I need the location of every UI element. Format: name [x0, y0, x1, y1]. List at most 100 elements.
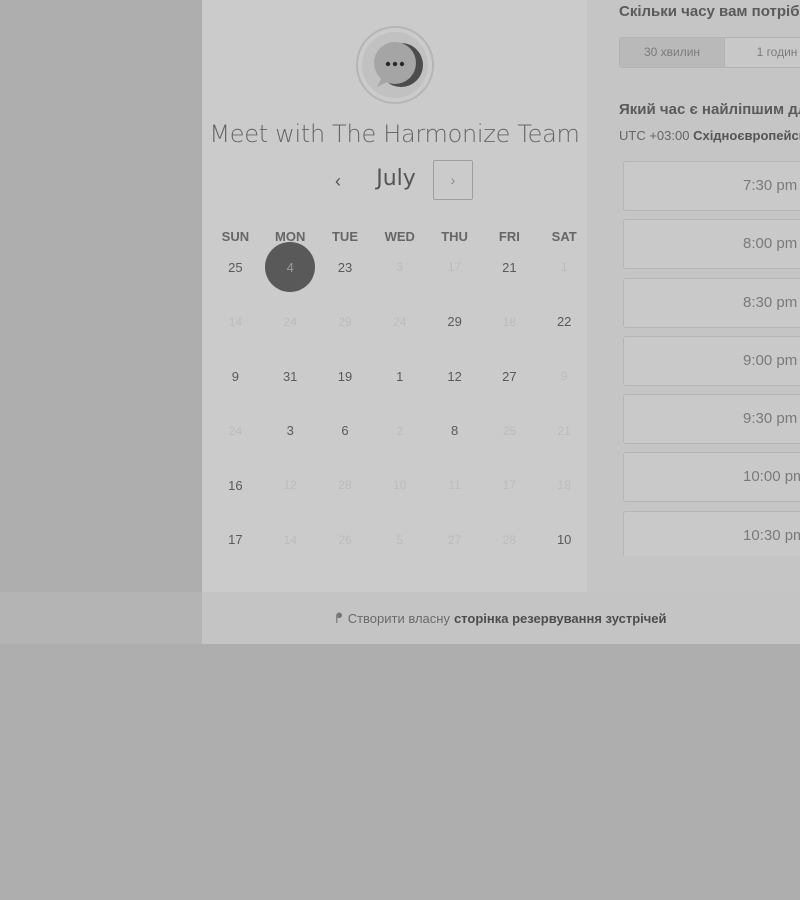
timezone-name[interactable]: Східноєвропейський час — [693, 128, 800, 143]
calendar-day-number: 22 — [556, 314, 572, 330]
calendar-day-number: 25 — [228, 259, 243, 275]
calendar-day: 2 — [372, 414, 427, 469]
time-slot-button[interactable]: 8:30 pm — [623, 277, 800, 328]
time-question: Який час є найліпшим для вас? — [619, 101, 800, 118]
calendar-day-number: 8 — [450, 423, 459, 439]
footer-link[interactable]: сторінка резервування зустрічей — [454, 611, 667, 626]
calendar-day[interactable]: 3 — [263, 414, 318, 469]
calendar-day: 17 — [427, 250, 482, 305]
weekday-header: SUN — [221, 229, 250, 244]
calendar-day-number: 21 — [502, 259, 517, 275]
calendar-day-number: 4 — [265, 242, 316, 293]
month-label: July — [376, 166, 416, 191]
calendar-day[interactable]: 22 — [537, 305, 592, 360]
calendar-day-number: 29 — [447, 314, 462, 330]
calendar-day[interactable]: 25 — [208, 250, 263, 305]
calendar-day[interactable]: 31 — [263, 359, 318, 414]
calendar-day-number: 2 — [396, 423, 404, 438]
calendar-day-number: 24 — [393, 314, 407, 329]
calendar-day-number: 17 — [447, 260, 462, 275]
calendar-day[interactable]: 12 — [427, 359, 482, 414]
calendar-day-number: 28 — [502, 532, 517, 547]
calendar-day[interactable]: 8 — [427, 414, 482, 469]
calendar-day-number: 26 — [338, 532, 352, 547]
calendar-day: 28 — [318, 468, 373, 523]
calendar-day[interactable]: 16 — [208, 468, 263, 523]
time-slot-list: 7:30 pm 8:00 pm 8:30 pm 9:00 pm 9:30 pm 10:00… — [623, 161, 800, 556]
time-slot-button[interactable]: 8:00 pm — [623, 219, 800, 270]
calendar-day-number: 16 — [228, 477, 243, 493]
weekday-header: SAT — [551, 229, 577, 244]
calendar-day-number: 27 — [502, 368, 517, 384]
calendar-day-number: 18 — [557, 478, 571, 493]
calendar-day-number: 11 — [448, 478, 461, 493]
calendar-day: 25 — [482, 414, 537, 469]
meeting-title: Meet with The Harmonize Team — [209, 120, 580, 148]
booking-page: Meet with The Harmonize Team ‹ July › SU… — [0, 0, 800, 900]
timezone-label: UTC +03:00 Східноєвропейський час — [619, 128, 800, 143]
calendar-day: 24 — [372, 305, 427, 360]
calendar-day: 21 — [537, 414, 592, 469]
calendar-day[interactable]: 19 — [318, 359, 373, 414]
calendar-day: 26 — [318, 523, 373, 578]
calendar-day-number: 9 — [231, 368, 240, 384]
calendar-day[interactable]: 21 — [482, 250, 537, 305]
month-navigation: ‹ July › — [202, 160, 587, 202]
calendar-day-number: 28 — [338, 478, 352, 493]
weekday-header: THU — [441, 229, 468, 244]
prev-month-button[interactable]: ‹ — [326, 168, 350, 194]
sprocket-icon: ᖰ — [335, 609, 343, 626]
calendar-day-number: 10 — [556, 532, 572, 548]
scheduler-panel: Скільки часу вам потрібно? 30 хвилин 1 г… — [587, 0, 800, 592]
calendar-day: 24 — [208, 414, 263, 469]
calendar-day-number: 19 — [337, 368, 353, 384]
time-slot-button[interactable]: 9:30 pm — [623, 394, 800, 445]
calendar-panel: Meet with The Harmonize Team ‹ July › SU… — [202, 0, 587, 592]
calendar-day[interactable]: 10 — [537, 523, 592, 578]
calendar-day[interactable]: 17 — [208, 523, 263, 578]
calendar-day: 17 — [482, 468, 537, 523]
calendar-day[interactable]: 9 — [208, 359, 263, 414]
calendar-day[interactable]: 27 — [482, 359, 537, 414]
calendar-day: 14 — [208, 305, 263, 360]
calendar-day: 9 — [537, 359, 592, 414]
calendar-day: 11 — [427, 468, 482, 523]
footer: ᖰ Створити власну сторінка резервування … — [202, 592, 800, 644]
calendar-day-number: 5 — [396, 532, 404, 547]
duration-heading: Скільки часу вам потрібно? — [619, 3, 800, 20]
calendar-day-number: 1 — [560, 260, 568, 275]
calendar-day: 14 — [263, 523, 318, 578]
calendar-day-number: 14 — [228, 314, 243, 329]
next-month-button[interactable]: › — [433, 160, 473, 200]
calendar-day: 1 — [537, 250, 592, 305]
calendar-day-number: 12 — [447, 368, 462, 384]
time-slot-button[interactable]: 9:00 pm — [623, 335, 800, 386]
calendar-day: 18 — [537, 468, 592, 523]
calendar-day-number: 3 — [396, 260, 404, 275]
duration-60-button[interactable]: 1 годин — [725, 38, 800, 67]
calendar-day: 27 — [427, 523, 482, 578]
time-slot-button[interactable]: 10:00 pm — [623, 452, 800, 503]
time-slot-button[interactable]: 7:30 pm — [623, 161, 800, 211]
calendar-day-selected[interactable]: 4 — [263, 242, 318, 305]
calendar-day: 12 — [263, 468, 318, 523]
calendar-day[interactable]: 6 — [318, 414, 373, 469]
calendar-day-number: 25 — [502, 423, 517, 438]
duration-selector: 30 хвилин 1 годин — [619, 37, 800, 68]
calendar-day-number: 21 — [557, 423, 571, 438]
calendar-day: 18 — [482, 305, 537, 360]
weekday-header: WED — [384, 229, 415, 244]
calendar-day: 24 — [263, 305, 318, 360]
calendar-day[interactable]: 29 — [427, 305, 482, 360]
calendar-day: 5 — [372, 523, 427, 578]
duration-30-button[interactable]: 30 хвилин — [620, 38, 725, 67]
calendar-day-number: 12 — [283, 478, 297, 493]
calendar-day-number: 23 — [337, 259, 353, 275]
calendar-day-number: 6 — [341, 423, 349, 439]
calendar-day-number: 24 — [228, 423, 243, 438]
calendar-day[interactable]: 23 — [318, 250, 373, 305]
calendar-day[interactable]: 1 — [372, 359, 427, 414]
time-slot-button[interactable]: 10:30 pm — [623, 510, 800, 556]
footer-prefix: Створити власну — [347, 610, 450, 626]
calendar-grid: SUN MON TUE WED THU FRI SAT 25 4 23 3 17 21 1 14 24 29 24… — [208, 224, 592, 577]
